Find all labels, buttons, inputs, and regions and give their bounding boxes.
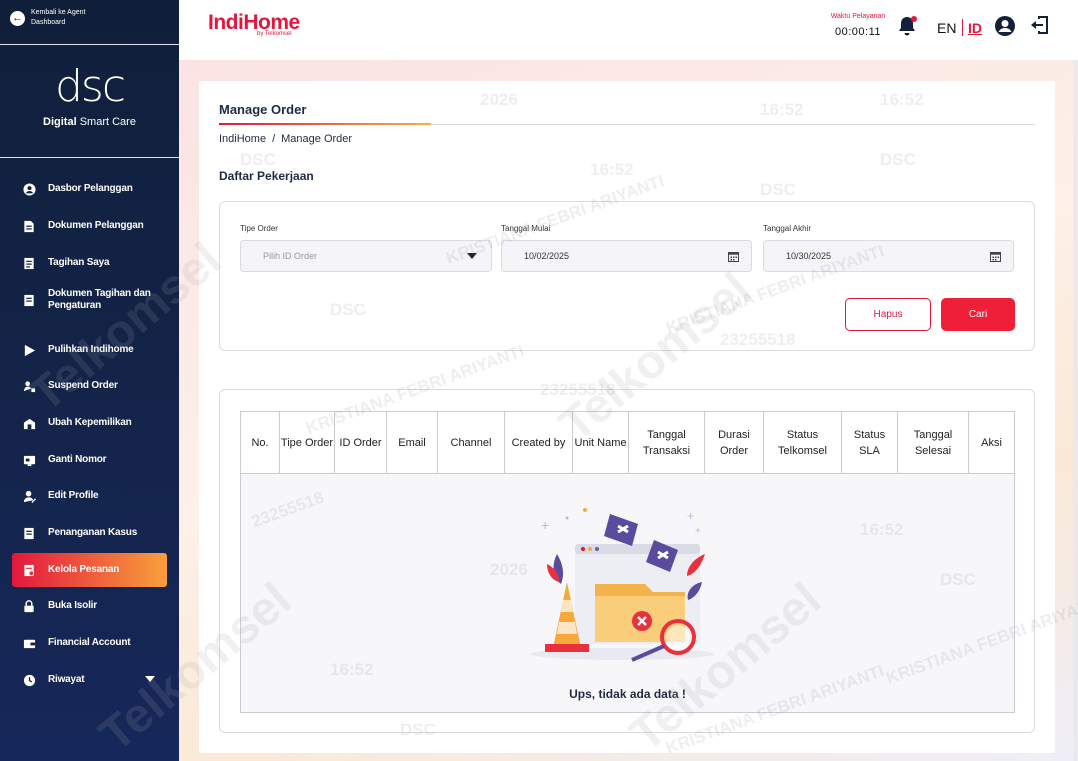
sidebar-item-suspend-order[interactable]: Suspend Order bbox=[12, 369, 167, 403]
sidebar-item-kelola-pesanan[interactable]: Kelola Pesanan bbox=[12, 553, 167, 587]
indihome-logo: IndiHome by Telkomsel bbox=[208, 11, 300, 38]
column-header: Channel bbox=[438, 412, 505, 474]
end-date-input[interactable]: 10/30/2025 bbox=[763, 240, 1014, 272]
empty-state-text: Ups, tidak ada data ! bbox=[569, 687, 686, 701]
service-timer: Waktu Pelayanan 00:00:11 bbox=[830, 13, 886, 38]
logo-mark: dsc bbox=[54, 61, 126, 112]
column-header: Status Telkomsel bbox=[764, 412, 842, 474]
column-header: Status SLA bbox=[842, 412, 898, 474]
case-icon bbox=[22, 526, 36, 540]
sidebar-item-tagihan-saya[interactable]: Tagihan Saya bbox=[12, 246, 167, 280]
calendar-icon[interactable] bbox=[990, 251, 1001, 262]
lock-icon bbox=[22, 599, 36, 613]
sidebar-item-dokumen-tagihan[interactable]: Dokumen Tagihan dan Pengaturan bbox=[12, 283, 167, 317]
sidebar-item-pulihkan-indihome[interactable]: Pulihkan Indihome bbox=[12, 333, 167, 367]
top-header: IndiHome by Telkomsel Waktu Pelayanan 00… bbox=[179, 0, 1078, 60]
order-table: No. Tipe Order ID Order Email Channel Cr… bbox=[240, 411, 1015, 713]
user-profile-icon[interactable] bbox=[994, 15, 1016, 37]
sidebar: ← Kembali ke Agent Dashboard dsc Digital… bbox=[0, 0, 179, 761]
back-label: Kembali ke Agent Dashboard bbox=[31, 9, 86, 26]
arrow-left-icon: ← bbox=[10, 10, 25, 26]
caret-down-icon bbox=[467, 253, 477, 259]
breadcrumb-separator: / bbox=[272, 133, 276, 145]
end-date-label: Tanggal Akhir bbox=[763, 224, 812, 233]
divider bbox=[0, 157, 179, 158]
back-to-dashboard-link[interactable]: ← Kembali ke Agent Dashboard bbox=[10, 8, 175, 28]
dsc-logo: dsc Digital Smart Care bbox=[0, 61, 179, 129]
wallet-icon bbox=[22, 636, 36, 650]
empty-state-illustration: + + + bbox=[530, 508, 714, 662]
column-header: No. bbox=[241, 412, 280, 474]
sidebar-item-buka-isolir[interactable]: Buka Isolir bbox=[12, 589, 167, 623]
column-header: Email bbox=[387, 412, 438, 474]
column-header: Tanggal Selesai bbox=[898, 412, 969, 474]
phone-number-icon bbox=[22, 453, 36, 467]
search-button[interactable]: Cari bbox=[941, 298, 1015, 331]
manage-order-card: Manage Order IndiHome / Manage Order Dafta… bbox=[199, 81, 1055, 753]
column-header: Tipe Order bbox=[280, 412, 335, 474]
column-header: Unit Name bbox=[573, 412, 629, 474]
bill-settings-icon bbox=[22, 293, 36, 307]
lang-id-button[interactable]: ID bbox=[968, 20, 982, 36]
table-header: No. Tipe Order ID Order Email Channel Cr… bbox=[241, 412, 1014, 474]
sidebar-item-dasbor-pelanggan[interactable]: Dasbor Pelanggan bbox=[12, 172, 167, 206]
user-circle-icon bbox=[22, 182, 36, 196]
column-header: Tanggal Transaksi bbox=[629, 412, 705, 474]
start-date-input[interactable]: 10/02/2025 bbox=[501, 240, 752, 272]
play-icon bbox=[22, 343, 36, 357]
logout-icon[interactable] bbox=[1029, 14, 1051, 36]
history-icon bbox=[22, 673, 36, 687]
calendar-icon[interactable] bbox=[728, 251, 739, 262]
order-type-label: Tipe Order bbox=[240, 224, 278, 233]
notification-dot bbox=[911, 16, 917, 22]
sidebar-item-financial-account[interactable]: Financial Account bbox=[12, 626, 167, 660]
lang-en-button[interactable]: EN bbox=[937, 20, 956, 36]
svg-text:+: + bbox=[541, 517, 549, 533]
column-header: Created by bbox=[505, 412, 573, 474]
sidebar-item-riwayat[interactable]: Riwayat bbox=[12, 663, 167, 697]
sidebar-item-penanganan-kasus[interactable]: Penanganan Kasus bbox=[12, 516, 167, 550]
order-icon bbox=[22, 563, 36, 577]
section-title: Daftar Pekerjaan bbox=[219, 169, 314, 183]
title-accent bbox=[219, 123, 431, 125]
chevron-down-icon[interactable] bbox=[145, 676, 155, 682]
document-icon bbox=[22, 219, 36, 233]
breadcrumb-item-indihome[interactable]: IndiHome bbox=[219, 133, 266, 145]
bill-icon bbox=[22, 256, 36, 270]
svg-text:+: + bbox=[687, 509, 694, 523]
sidebar-item-edit-profile[interactable]: Edit Profile bbox=[12, 479, 167, 513]
column-header: Aksi bbox=[981, 437, 1002, 449]
ownership-icon bbox=[22, 416, 36, 430]
svg-text:+: + bbox=[695, 526, 701, 537]
start-date-label: Tanggal Mulai bbox=[501, 224, 551, 233]
sidebar-item-ganti-nomor[interactable]: Ganti Nomor bbox=[12, 443, 167, 477]
sidebar-item-ubah-kepemilikan[interactable]: Ubah Kepemilikan bbox=[12, 406, 167, 440]
column-header: Durasi Order bbox=[705, 412, 764, 474]
divider bbox=[0, 44, 179, 45]
order-table-panel: No. Tipe Order ID Order Email Channel Cr… bbox=[219, 389, 1035, 733]
breadcrumb: IndiHome / Manage Order bbox=[219, 133, 352, 145]
page-title: Manage Order bbox=[219, 102, 307, 117]
clear-button[interactable]: Hapus bbox=[845, 298, 931, 331]
filter-panel: Tipe Order Pilih ID Order Tanggal Mulai … bbox=[219, 201, 1035, 351]
sidebar-item-dokumen-pelanggan[interactable]: Dokumen Pelanggan bbox=[12, 209, 167, 243]
column-header: ID Order bbox=[335, 412, 387, 474]
suspend-icon bbox=[22, 379, 36, 393]
lang-divider bbox=[962, 19, 963, 36]
scrollbar[interactable] bbox=[1073, 60, 1078, 761]
order-type-select[interactable]: Pilih ID Order bbox=[240, 240, 492, 272]
edit-profile-icon bbox=[22, 489, 36, 503]
logo-subtitle: Digital Smart Care bbox=[43, 116, 136, 128]
breadcrumb-item-manage-order: Manage Order bbox=[281, 133, 353, 145]
